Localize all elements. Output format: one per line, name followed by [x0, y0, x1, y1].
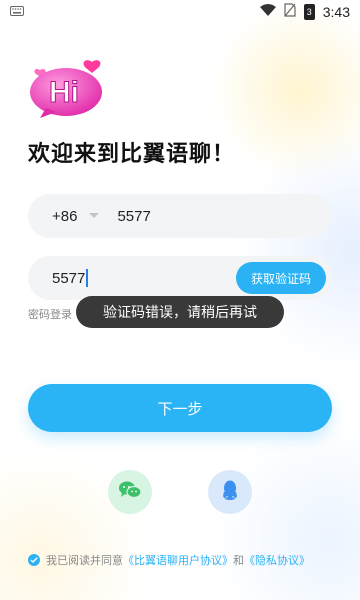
agreement-row: 我已阅读并同意 《比翼语聊用户协议》 和 《隐私协议》 [28, 552, 348, 568]
wifi-icon [259, 4, 276, 20]
qq-login-button[interactable] [208, 470, 252, 514]
keyboard-icon [10, 5, 24, 20]
battery-level: 3 [306, 7, 312, 17]
user-agreement-link[interactable]: 《比翼语聊用户协议》 [123, 552, 233, 568]
phone-field[interactable]: +86 5577 [28, 194, 332, 238]
agreement-prefix: 我已阅读并同意 [46, 554, 123, 567]
chevron-down-icon[interactable] [87, 209, 101, 223]
wechat-login-button[interactable] [108, 470, 152, 514]
app-logo: Hi [26, 58, 104, 120]
status-time: 3:43 [322, 4, 350, 20]
status-bar: 3 3:43 [0, 0, 360, 24]
get-code-button[interactable]: 获取验证码 [236, 262, 326, 294]
agreement-checkbox[interactable] [28, 554, 40, 566]
phone-input[interactable]: 5577 [117, 208, 150, 225]
privacy-policy-link[interactable]: 《隐私协议》 [244, 552, 310, 568]
verification-code-field[interactable]: 5577 获取验证码 [28, 256, 332, 300]
page-title: 欢迎来到比翼语聊！ [28, 142, 236, 167]
qq-icon [221, 479, 239, 505]
logo-text: Hi [49, 76, 79, 109]
agreement-and: 和 [233, 554, 244, 567]
wechat-icon [118, 480, 142, 504]
no-sim-icon [284, 3, 296, 21]
error-toast: 验证码错误，请稍后再试 [76, 296, 284, 328]
code-input[interactable]: 5577 [52, 270, 85, 287]
password-login-link[interactable]: 密码登录 [28, 306, 72, 322]
text-caret [86, 269, 88, 287]
next-button[interactable]: 下一步 [28, 384, 332, 432]
country-code[interactable]: +86 [52, 208, 77, 225]
battery-icon: 3 [303, 4, 315, 20]
